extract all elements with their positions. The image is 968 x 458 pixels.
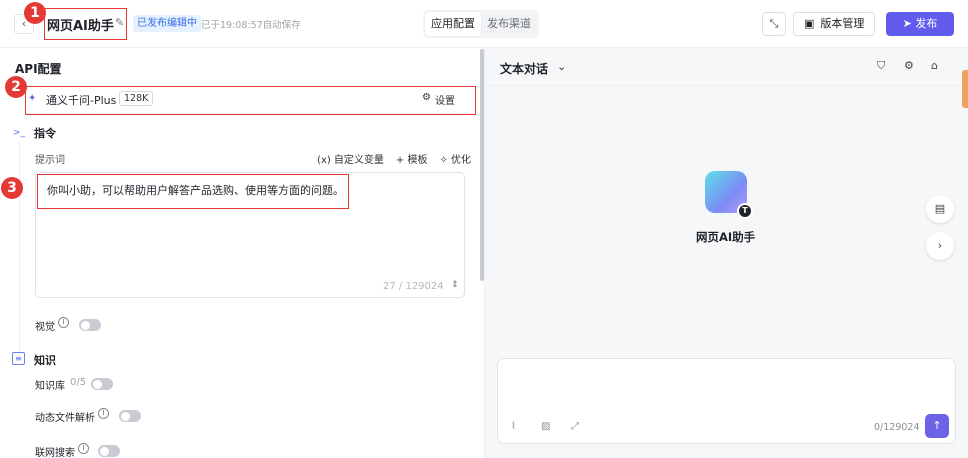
info-icon: i — [98, 408, 109, 419]
chevron-right-icon: › — [937, 239, 943, 252]
send-icon: ➤ — [902, 17, 912, 30]
gear-icon[interactable]: ⚙ — [904, 59, 914, 72]
web-search-toggle[interactable] — [98, 445, 120, 457]
terminal-icon: >_ — [12, 128, 26, 138]
prompt-toolbar: (x) 自定义变量 + 模板 ✧ 优化 — [317, 151, 471, 166]
optimize-button[interactable]: ✧ 优化 — [439, 151, 471, 166]
document-button[interactable]: ▤ — [926, 195, 954, 223]
collapse-button[interactable]: ⤡ — [762, 12, 786, 36]
annotation-badge-1: 1 — [24, 2, 46, 24]
side-drawer-tab[interactable] — [962, 70, 968, 108]
chat-mode-select[interactable]: 文本对话 — [500, 60, 548, 77]
image-icon[interactable]: ▨ — [541, 421, 550, 432]
brush-icon[interactable]: ⌂ — [931, 59, 938, 72]
kb-label: 知识库 — [35, 381, 65, 392]
custom-variable-button[interactable]: (x) 自定义变量 — [317, 151, 384, 166]
prompt-label: 提示词 — [35, 155, 65, 166]
version-manage-button[interactable]: ▣ 版本管理 — [793, 12, 876, 36]
autosave-status: 已于19:08:57自动保存 — [201, 20, 301, 31]
chevron-down-icon[interactable]: ⌄ — [557, 60, 566, 73]
knowledge-title: 知识 — [34, 354, 56, 367]
input-char-count: 0/129024 — [874, 422, 920, 433]
config-scrollbar[interactable] — [480, 49, 484, 281]
document-icon: ▤ — [934, 202, 946, 215]
vision-label: 视觉 — [35, 322, 55, 333]
kb-count: 0/5 — [70, 377, 87, 388]
tab-publish-channel[interactable]: 发布渠道 — [481, 12, 537, 36]
attach-icon[interactable]: ⌇ — [511, 421, 516, 432]
file-parse-label: 动态文件解析 — [35, 413, 95, 424]
arrow-up-icon: ↑ — [932, 419, 942, 432]
annotation-badge-2: 2 — [5, 76, 27, 98]
info-icon: i — [58, 317, 69, 328]
annotation-badge-3: 3 — [1, 177, 23, 199]
expand-icon[interactable]: ⤢ — [571, 421, 579, 432]
web-search-label: 联网搜索 — [35, 448, 75, 458]
prompt-char-count: 27 / 129024 — [383, 281, 444, 292]
tab-app-config[interactable]: 应用配置 — [425, 12, 481, 36]
expand-button[interactable]: › — [926, 232, 954, 260]
info-icon: i — [78, 443, 89, 454]
collapse-icon: ⤡ — [769, 17, 779, 30]
status-badge: 已发布编辑中 — [133, 15, 201, 32]
bag-icon[interactable]: ⛉ — [877, 59, 885, 73]
instruction-title: 指令 — [34, 127, 56, 140]
annotation-box-1 — [44, 8, 127, 40]
version-icon: ▣ — [804, 17, 815, 30]
vision-toggle[interactable] — [79, 319, 101, 331]
kb-toggle[interactable] — [91, 378, 113, 390]
send-button[interactable]: ↑ — [925, 414, 949, 438]
api-config-title: API配置 — [15, 62, 62, 76]
annotation-box-2 — [25, 86, 476, 115]
annotation-box-3 — [37, 174, 349, 209]
avatar-badge: T — [737, 203, 753, 219]
publish-button[interactable]: ➤ 发布 — [886, 12, 954, 36]
expand-toggle-icon[interactable]: ⇕ — [451, 280, 459, 290]
template-button[interactable]: + 模板 — [396, 151, 428, 166]
bot-name: 网页AI助手 — [696, 230, 756, 244]
config-tabs: 应用配置 发布渠道 — [423, 10, 539, 38]
section-rail — [19, 140, 20, 355]
file-parse-toggle[interactable] — [119, 410, 141, 422]
knowledge-icon: ≡ — [12, 352, 25, 365]
